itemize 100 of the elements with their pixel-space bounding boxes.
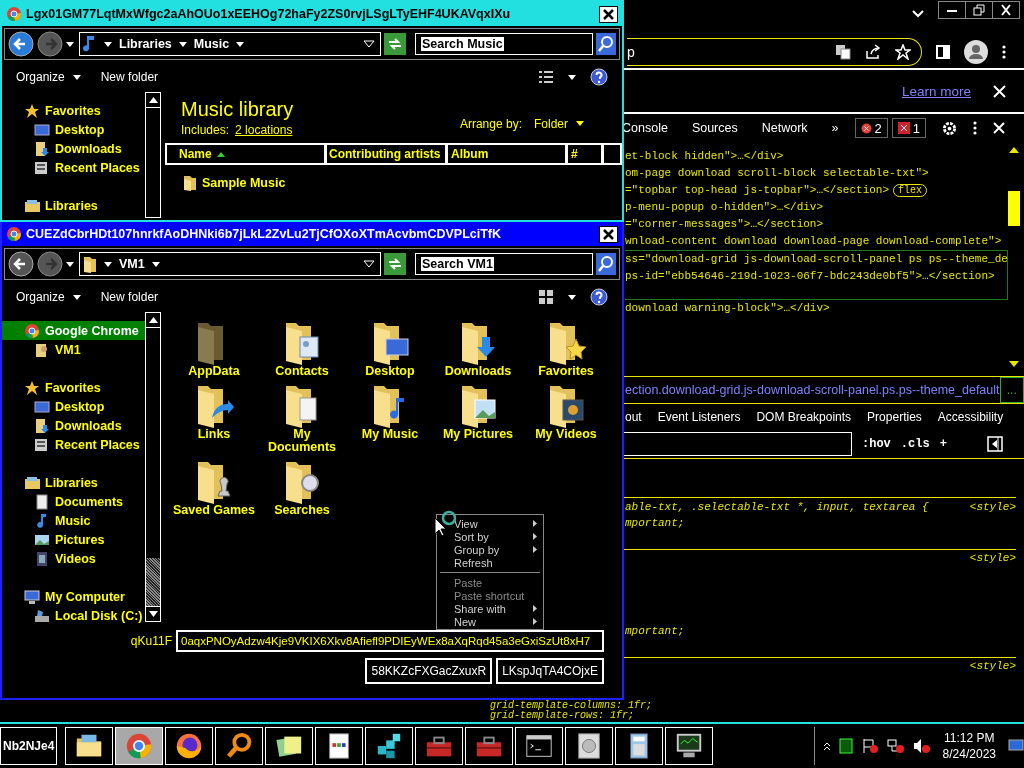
arrange-by-dropdown[interactable]: Folder [534,116,584,131]
folder-label[interactable]: Links [172,428,256,441]
devtools-tab[interactable]: Network [761,121,808,135]
column-header[interactable]: Album [446,143,566,165]
dom-node[interactable]: download warning-block">…</div> [625,300,1008,317]
breadcrumb-item[interactable]: Music [193,37,230,51]
error-count-badge[interactable]: 2 [854,118,888,138]
folder-label[interactable]: Downloads [436,365,520,378]
taskbar-window-button[interactable]: Nb2NJe4 [0,727,58,765]
scrollbar[interactable] [145,92,161,218]
taskbar-app-button[interactable] [615,727,664,765]
folder-label[interactable]: My Pictures [436,428,520,441]
help-icon[interactable] [590,288,608,306]
view-icons-icon[interactable] [538,289,554,305]
text-field[interactable]: 0aqxPNOyAdzw4Kje9VKIX6Xkv8Afiefl9PDIEyWEx8aXqRqd45a3eGxiSzUt8xH7 [176,630,604,652]
dom-node[interactable]: om-page download scroll-block selectable-txt"> [625,165,1008,182]
menu-icon[interactable] [1002,45,1006,59]
toolbar-command[interactable]: New folder [100,70,159,84]
back-button[interactable] [8,251,34,277]
scroll-up-icon[interactable] [148,97,158,103]
folder-label[interactable]: My Music [348,428,432,441]
menu-item[interactable]: Share with [437,602,543,615]
taskbar-app-button[interactable] [565,727,614,765]
sidebar-toggle-icon[interactable] [986,436,1003,452]
address-bar[interactable]: VM1 [79,252,381,276]
flag-error-icon[interactable] [860,738,879,754]
folder-label[interactable]: Searches [260,504,344,517]
folder-label[interactable]: My Videos [524,428,608,441]
view-details-icon[interactable] [538,70,554,84]
chevron-up-icon[interactable] [822,741,831,751]
close-button[interactable] [599,5,618,23]
search-field[interactable]: Search VM1 [415,253,593,275]
search-icon[interactable] [596,33,616,55]
forward-button[interactable] [37,251,63,277]
style-source-link[interactable]: <style> [969,658,1016,674]
learn-more-link[interactable]: Learn more [901,83,971,99]
taskbar-app-button[interactable] [515,727,564,765]
sidebar-tab[interactable]: Accessibility [937,410,1004,424]
element-breadcrumb[interactable]: ection.download-grid.js-download-scroll-panel.ps.ps--theme_default [625,383,1000,397]
translate-icon[interactable] [835,44,851,60]
dom-node[interactable]: ="topbar top-head js-topbar">…</section> flex [625,182,1008,199]
menu-item[interactable]: New [437,615,543,628]
close-button[interactable] [599,225,618,243]
scroll-up-icon[interactable] [1008,146,1020,154]
scroll-up-icon[interactable] [148,317,158,323]
folder-label[interactable]: Desktop [348,365,432,378]
nav-item[interactable]: Documents [2,492,145,511]
nav-item[interactable]: Pictures [2,530,145,549]
settings-icon[interactable] [942,120,957,136]
breadcrumb-item[interactable]: Libraries [119,37,172,51]
help-icon[interactable] [590,68,608,86]
column-header[interactable]: # [566,143,602,165]
dom-node[interactable]: et-block hidden">…</div> [625,148,1008,165]
chevron-down-icon[interactable] [912,10,924,18]
title-bar[interactable]: Lgx01GM77LqtMxWfgc2aAhOUo1xEEHOg72haFy2ZS0rvjLSgLTyEHF4UKAVqxIXu [2,2,622,26]
issue-count-badge[interactable]: 1 [891,118,926,138]
filter-toggle-button[interactable]: :hov [862,437,891,451]
speaker-muted-icon[interactable] [912,738,931,754]
dom-node[interactable]: p-menu-popup o-hidden">…</div> [625,199,1008,216]
nav-item[interactable]: Videos [2,549,145,568]
taskbar-app-button[interactable] [365,727,414,765]
text-field[interactable]: 58KKZcFXGacZxuxR [365,658,493,684]
taskbar-app-button[interactable] [115,727,164,765]
dom-node[interactable]: wnload-content download download-page download-complete"> [625,233,1008,250]
sidebar-tab[interactable]: DOM Breakpoints [756,410,852,424]
toolbar-command[interactable]: Organize [16,290,81,304]
folder-label[interactable]: My Documents [260,428,344,454]
column-header[interactable] [602,143,622,165]
folder-label[interactable]: Contacts [260,365,344,378]
nav-item[interactable]: Favorites [2,101,145,120]
folder-label[interactable]: Favorites [524,365,608,378]
battery-icon[interactable] [838,738,853,754]
address-bar[interactable]: Libraries Music [79,32,381,56]
breadcrumb-more-button[interactable]: ... [999,377,1024,403]
nav-item[interactable]: Recent Places [2,158,145,177]
forward-button[interactable] [37,31,63,57]
locations-link[interactable]: 2 locations [235,123,293,137]
menu-item[interactable]: Refresh [437,556,543,569]
nav-item[interactable]: Local Disk (C:) [2,606,145,625]
nav-item[interactable]: VM1 [2,340,145,359]
dom-node[interactable]: ="corner-messages">…</section> [625,216,1008,233]
style-source-link[interactable]: <style> [969,550,1016,566]
taskbar-app-button[interactable] [315,727,364,765]
filter-toggle-button[interactable]: .cls [900,437,930,451]
network-error-icon[interactable] [886,738,905,754]
folder-label[interactable]: AppData [172,365,256,378]
search-icon[interactable] [596,253,616,275]
sidebar-tab[interactable]: Properties [867,410,922,424]
nav-item[interactable]: Downloads [2,416,145,435]
close-icon[interactable] [993,84,1006,98]
scrollbar-thumb[interactable] [146,558,160,606]
close-icon[interactable] [993,122,1005,134]
nav-item[interactable]: Libraries [2,473,145,492]
sidebar-tab[interactable]: out [625,410,642,424]
column-header[interactable]: Name [165,143,325,165]
nav-item[interactable]: Music [2,511,145,530]
nav-item[interactable]: Desktop [2,397,145,416]
taskbar-app-button[interactable] [215,727,264,765]
dropdown-icon[interactable] [363,260,375,268]
nav-item[interactable]: Favorites [2,378,145,397]
